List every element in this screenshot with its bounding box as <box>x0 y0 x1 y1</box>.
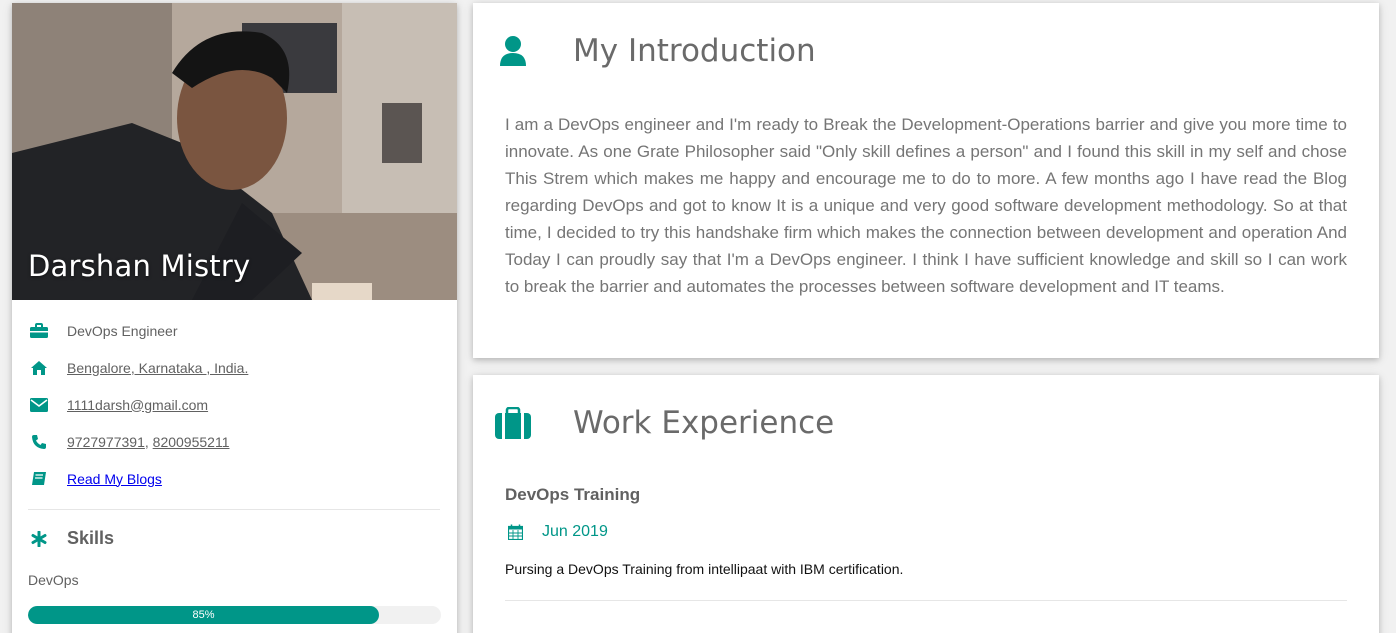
job-divider <box>505 600 1347 601</box>
work-experience-header: Work Experience <box>473 375 1379 471</box>
info-row-phone: 9727977391, 8200955211 <box>28 423 441 460</box>
envelope-icon <box>28 396 50 414</box>
introduction-text: I am a DevOps engineer and I'm ready to … <box>505 115 1347 296</box>
profile-card: Darshan Mistry DevOps Engineer Bengalore… <box>12 3 457 633</box>
introduction-card: My Introduction I am a DevOps engineer a… <box>473 3 1379 358</box>
job-description: Pursing a DevOps Training from intellipa… <box>505 561 904 577</box>
job-date-row: Jun 2019 <box>505 523 1347 541</box>
info-row-blog: Read My Blogs <box>28 460 441 497</box>
phone-link-2[interactable]: 8200955211 <box>153 434 230 450</box>
job-date: Jun 2019 <box>542 523 608 540</box>
profile-name: Darshan Mistry <box>28 249 251 283</box>
job-entry: DevOps Training Jun 2019 Pursing a DevOp… <box>473 471 1379 601</box>
phone-separator: , <box>144 433 153 450</box>
introduction-header: My Introduction <box>473 3 1379 99</box>
info-row-email: 1111darsh@gmail.com <box>28 386 441 423</box>
suitcase-icon <box>495 407 531 439</box>
skill-progress-fill: 85% <box>28 606 380 624</box>
phone-icon <box>28 433 50 451</box>
info-row-location: Bengalore, Karnataka , India. <box>28 349 441 386</box>
skill-progress-track: 85% <box>28 606 441 624</box>
home-icon <box>28 359 50 377</box>
skill-name: DevOps <box>28 572 79 588</box>
job-title-text: DevOps Engineer <box>67 322 178 339</box>
asterisk-icon <box>28 530 50 547</box>
work-experience-card: Work Experience DevOps Training Jun 2019… <box>473 375 1379 633</box>
job-title: DevOps Training <box>505 485 641 504</box>
skills-heading: Skills <box>12 528 457 549</box>
profile-info-list: DevOps Engineer Bengalore, Karnataka , I… <box>12 300 457 510</box>
introduction-title: My Introduction <box>573 33 816 69</box>
briefcase-icon <box>28 322 50 340</box>
location-link[interactable]: Bengalore, Karnataka , India. <box>67 360 248 376</box>
profile-photo: Darshan Mistry <box>12 3 457 300</box>
info-row-job: DevOps Engineer <box>28 312 441 349</box>
info-divider <box>28 509 440 510</box>
book-icon <box>28 470 50 488</box>
email-link[interactable]: 1111darsh@gmail.com <box>67 397 208 413</box>
calendar-icon <box>505 524 525 540</box>
user-icon <box>495 35 531 67</box>
phone-link-1[interactable]: 9727977391 <box>67 434 145 450</box>
work-experience-title: Work Experience <box>573 405 835 441</box>
skills-title: Skills <box>67 528 115 548</box>
read-blogs-link[interactable]: Read My Blogs <box>67 471 162 487</box>
